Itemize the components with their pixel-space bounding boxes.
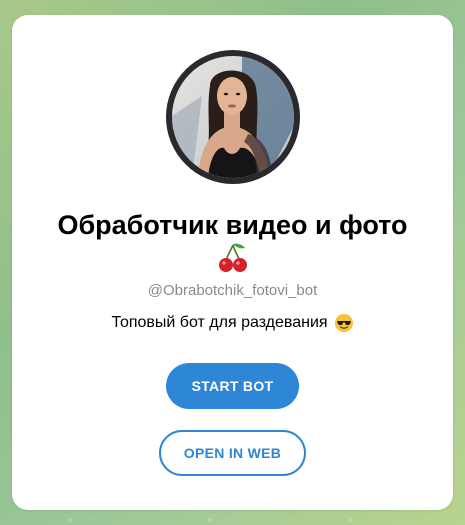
- start-bot-button[interactable]: START BOT: [166, 363, 299, 409]
- bot-info-card: Обработчик видео и фото @Obrabotchik_fot…: [12, 15, 453, 510]
- open-in-web-button[interactable]: OPEN IN WEB: [159, 430, 306, 476]
- bot-description: Топовый бот для раздевания: [111, 313, 353, 333]
- avatar-ring: [165, 50, 300, 184]
- bot-name: Обработчик видео и фото: [57, 210, 408, 240]
- sunglasses-face-icon: [334, 314, 353, 332]
- avatar-image: [171, 56, 294, 178]
- bot-description-text: Топовый бот для раздевания: [111, 314, 328, 331]
- cherries-icon: [218, 243, 247, 272]
- bot-username: @Obrabotchik_fotovi_bot: [147, 282, 318, 299]
- bot-avatar[interactable]: [171, 56, 294, 178]
